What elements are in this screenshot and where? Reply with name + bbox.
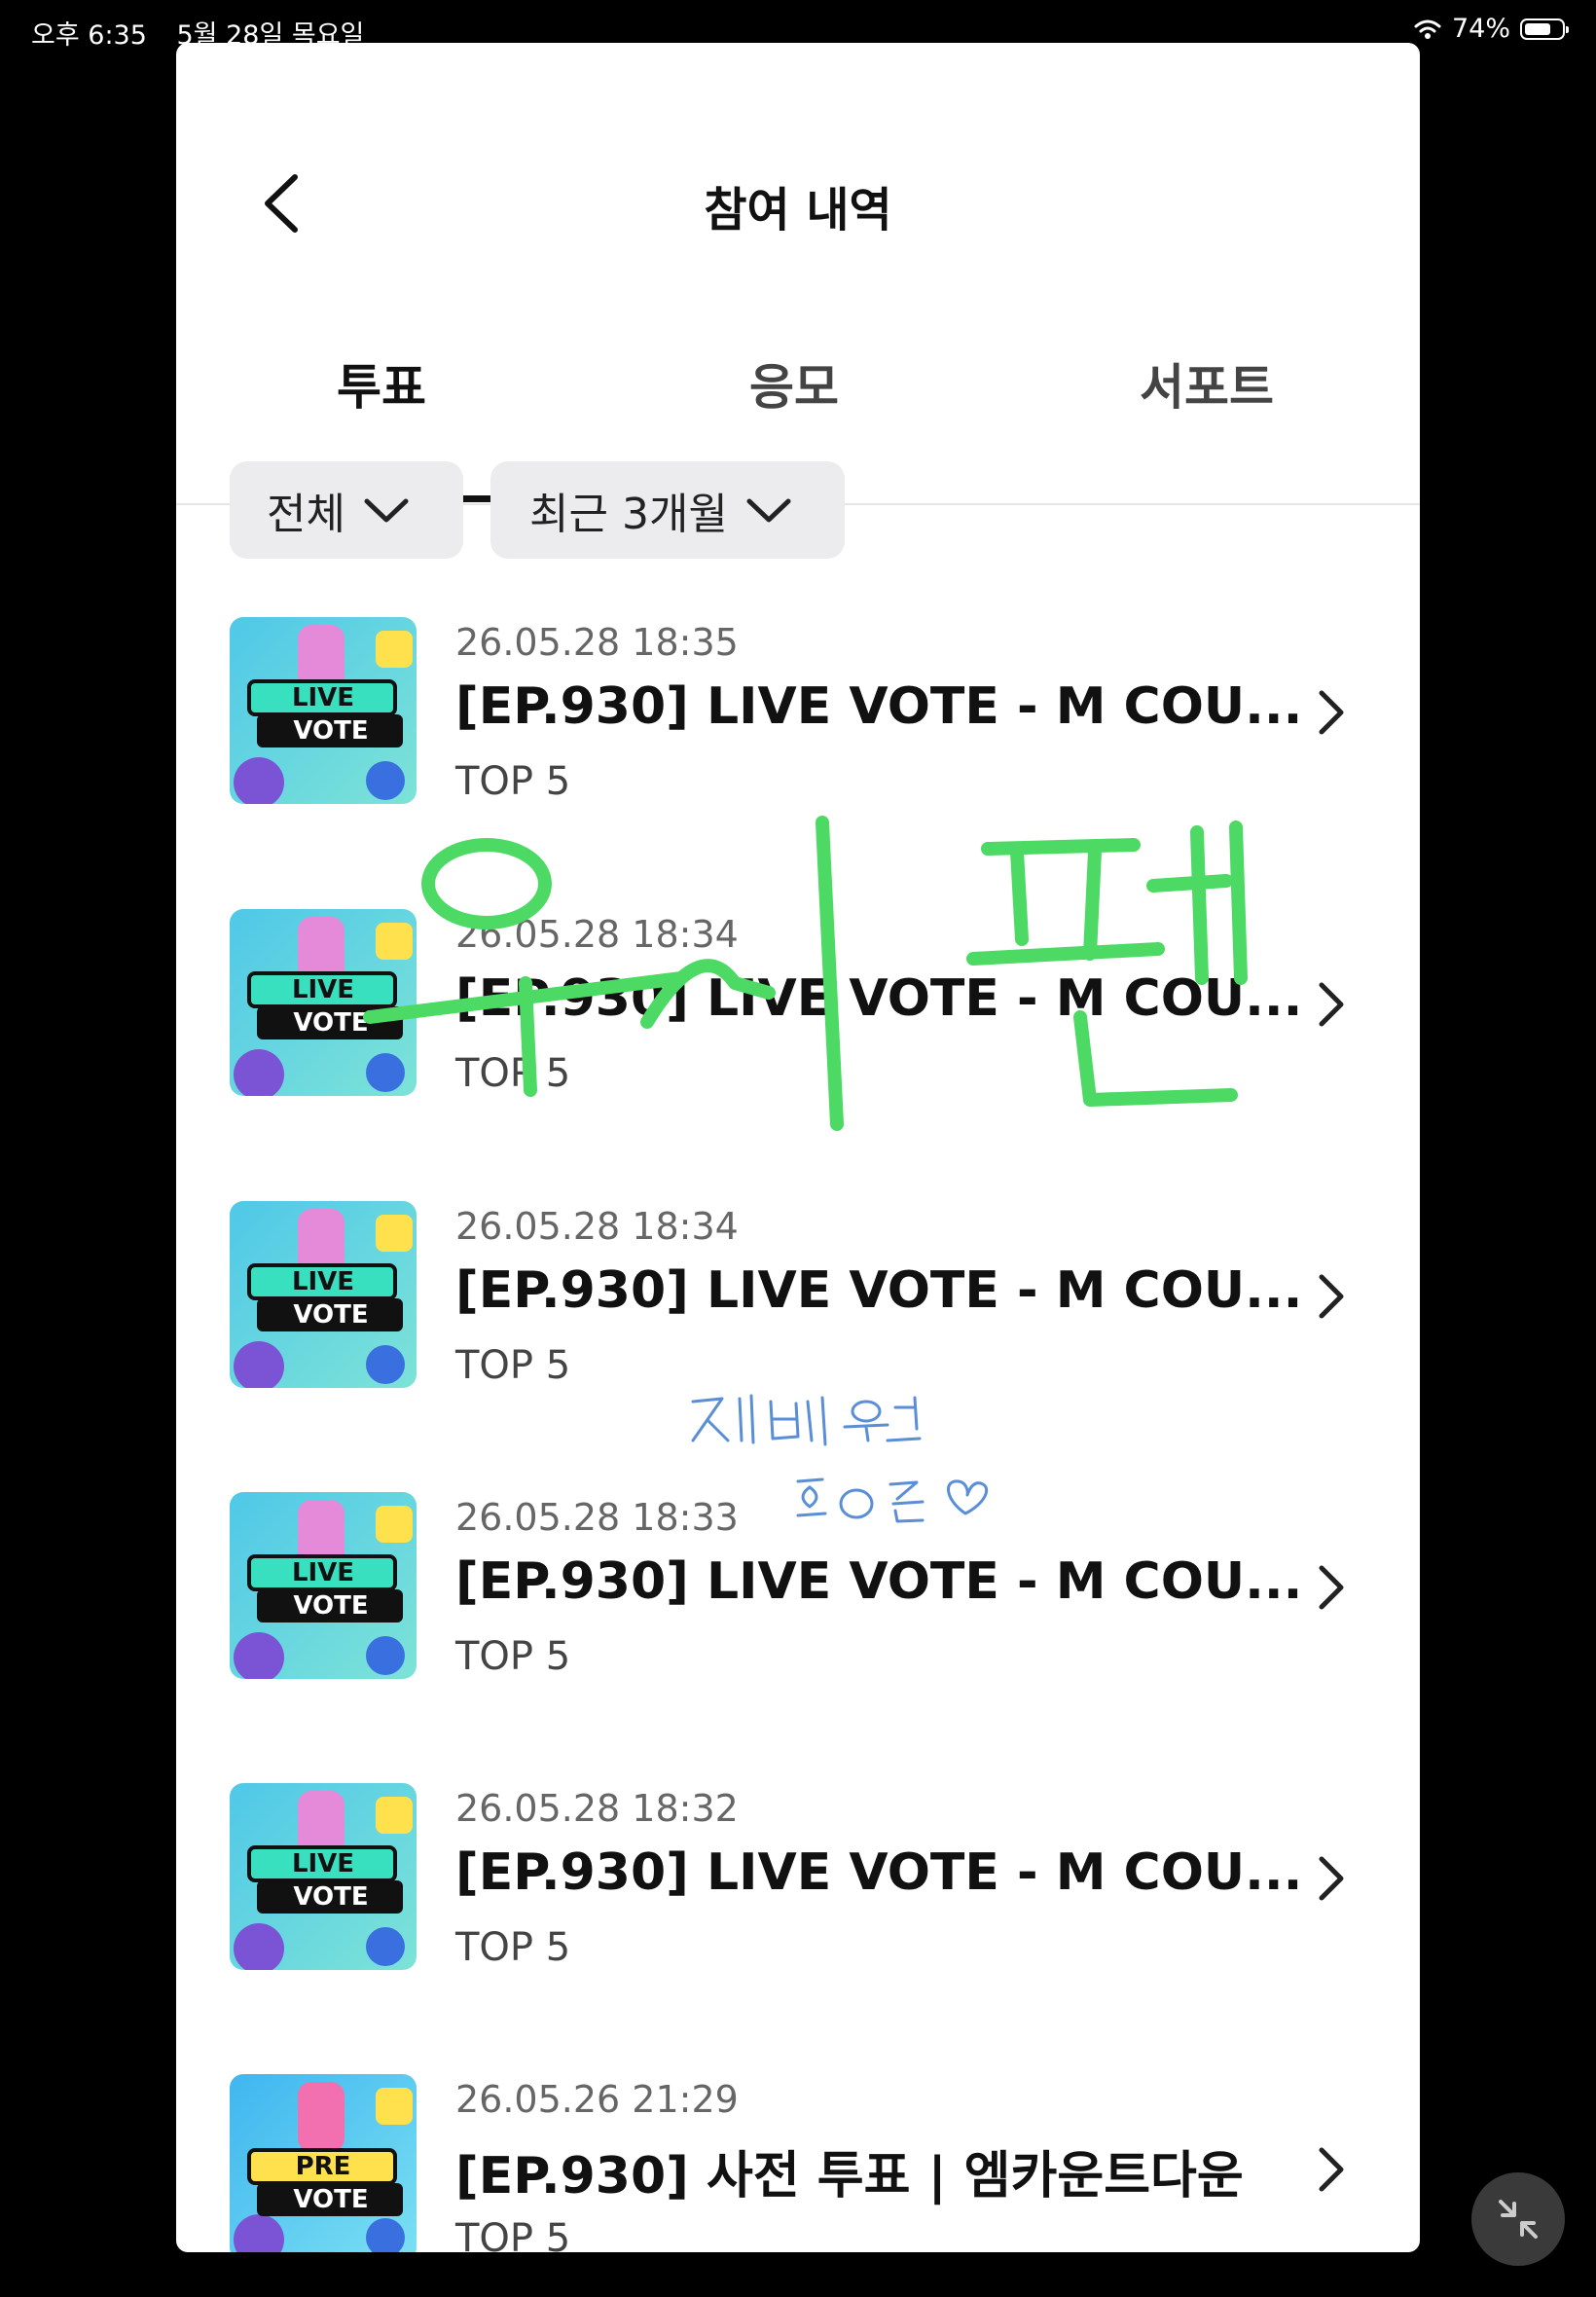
header: 참여 내역	[176, 43, 1420, 306]
item-date: 26.05.28 18:32	[455, 1787, 739, 1830]
chevron-right-icon	[1319, 1274, 1344, 1319]
item-title: [EP.930] LIVE VOTE - M COU...	[455, 677, 1303, 736]
item-title: [EP.930] LIVE VOTE - M COU...	[455, 1843, 1303, 1902]
minimize-arrows-icon	[1499, 2200, 1538, 2239]
item-title: [EP.930] LIVE VOTE - M COU...	[455, 969, 1303, 1028]
thumbnail-line1: LIVE	[291, 1558, 355, 1587]
page-title: 참여 내역	[704, 183, 892, 237]
chevron-right-icon	[1319, 1856, 1344, 1901]
item-rank: TOP 5	[455, 1051, 571, 1096]
thumbnail-line1: LIVE	[291, 1267, 355, 1296]
tab-support[interactable]: 서포트	[1140, 348, 1274, 419]
thumbnail-line1: PRE	[295, 2152, 351, 2181]
item-rank: TOP 5	[455, 1634, 571, 1679]
thumbnail-line2: VOTE	[293, 716, 369, 746]
minimize-button[interactable]	[1471, 2172, 1565, 2266]
thumbnail-line1: LIVE	[291, 1849, 355, 1878]
item-rank: TOP 5	[455, 759, 571, 804]
thumbnail-line2: VOTE	[293, 1882, 369, 1912]
vote-thumbnail: LIVE VOTE	[230, 1783, 417, 1970]
thumbnail-line2: VOTE	[293, 1300, 369, 1330]
status-time: 오후 6:35	[31, 20, 147, 51]
item-title: [EP.930] LIVE VOTE - M COU...	[455, 1552, 1303, 1611]
chevron-right-icon	[1319, 1565, 1344, 1610]
item-rank: TOP 5	[455, 2216, 571, 2252]
thumbnail-line2: VOTE	[293, 1591, 369, 1621]
battery-icon	[1520, 18, 1569, 40]
vote-thumbnail: LIVE VOTE	[230, 909, 417, 1096]
list-item[interactable]: LIVE VOTE 26.05.28 18:34 [EP.930] LIVE VOTE…	[230, 909, 1366, 1104]
item-date: 26.05.28 18:34	[455, 913, 739, 956]
thumbnail-line1: LIVE	[291, 975, 355, 1004]
thumbnail-line1: LIVE	[291, 683, 355, 712]
chevron-right-icon	[1319, 982, 1344, 1027]
app-window: 참여 내역 투표 응모 서포트 전체 최근 3개월 LIVE VOTE 26.05.…	[176, 43, 1420, 2252]
wifi-icon	[1414, 19, 1441, 39]
thumbnail-line2: VOTE	[293, 2185, 369, 2214]
vote-thumbnail: LIVE VOTE	[230, 617, 417, 804]
status-right: 74%	[1413, 14, 1569, 44]
item-rank: TOP 5	[455, 1925, 571, 1970]
item-title: [EP.930] 사전 투표 | 엠카운트다운	[455, 2147, 1244, 2206]
filter-category-label: 전체	[267, 490, 345, 539]
battery-fill	[1525, 22, 1551, 35]
vote-thumbnail: LIVE VOTE	[230, 1492, 417, 1679]
vote-thumbnail: LIVE VOTE	[230, 1201, 417, 1388]
list-item[interactable]: LIVE VOTE 26.05.28 18:33 [EP.930] LIVE VOTE…	[230, 1492, 1366, 1687]
filter-category[interactable]: 전체	[230, 461, 463, 559]
item-date: 26.05.26 21:29	[455, 2078, 739, 2121]
chevron-right-icon	[1319, 690, 1344, 735]
tab-vote[interactable]: 투표	[337, 348, 426, 419]
filter-period-label: 최근 3개월	[529, 490, 728, 539]
list-item[interactable]: LIVE VOTE 26.05.28 18:35 [EP.930] LIVE VOTE…	[230, 617, 1366, 812]
item-rank: TOP 5	[455, 1343, 571, 1388]
vote-thumbnail: PRE VOTE	[230, 2074, 417, 2252]
list-item[interactable]: PRE VOTE 26.05.26 21:29 [EP.930] 사전 투표 | 엠카…	[230, 2074, 1366, 2252]
thumbnail-line2: VOTE	[293, 1008, 369, 1038]
tab-entry[interactable]: 응모	[749, 348, 839, 419]
battery-percent: 74%	[1451, 14, 1510, 44]
item-date: 26.05.28 18:35	[455, 621, 739, 664]
item-date: 26.05.28 18:33	[455, 1496, 739, 1539]
chevron-right-icon	[1319, 2147, 1344, 2192]
item-date: 26.05.28 18:34	[455, 1205, 739, 1248]
item-title: [EP.930] LIVE VOTE - M COU...	[455, 1261, 1303, 1320]
chevron-down-icon	[364, 498, 409, 523]
list-item[interactable]: LIVE VOTE 26.05.28 18:34 [EP.930] LIVE VOTE…	[230, 1201, 1366, 1396]
filter-period[interactable]: 최근 3개월	[490, 461, 845, 559]
chevron-down-icon	[746, 498, 791, 523]
list-item[interactable]: LIVE VOTE 26.05.28 18:32 [EP.930] LIVE VOTE…	[230, 1783, 1366, 1978]
